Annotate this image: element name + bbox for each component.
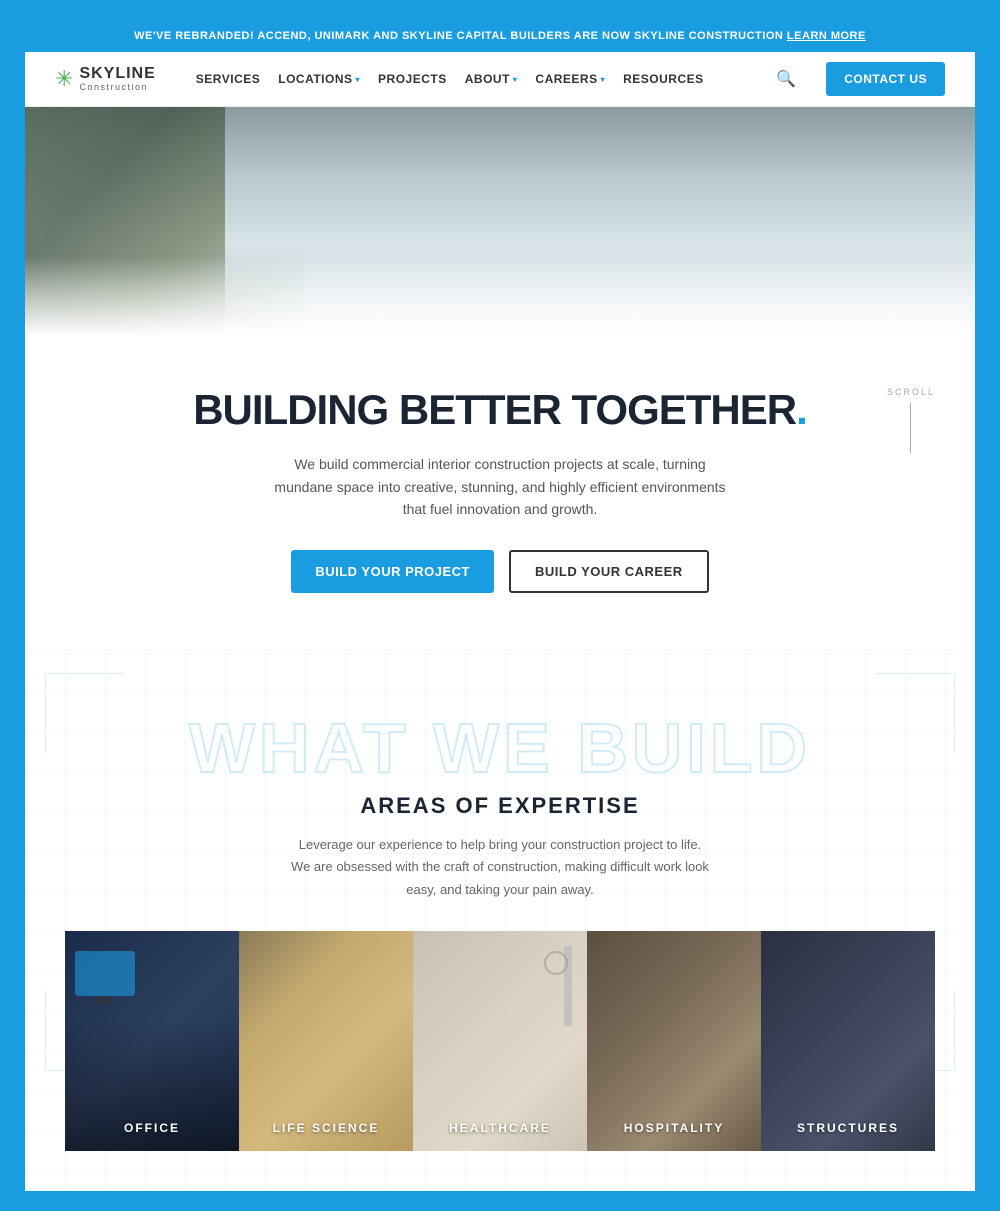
scroll-indicator: SCROLL bbox=[887, 387, 935, 453]
hero-title: BUILDING BETTER TOGETHER. bbox=[65, 387, 935, 433]
card-label-lifescience: LIFE SCIENCE bbox=[239, 1121, 413, 1135]
hero-content: SCROLL BUILDING BETTER TOGETHER. We buil… bbox=[25, 337, 975, 633]
nav-link-projects[interactable]: PROJECTS bbox=[378, 72, 447, 86]
announcement-text: WE'VE REBRANDED! ACCEND, UNIMARK AND SKY… bbox=[134, 30, 783, 42]
logo[interactable]: ✳ SKYLINE Construction bbox=[55, 65, 156, 92]
card-label-hospitality: HOSPITALITY bbox=[587, 1121, 761, 1135]
nav-item-resources[interactable]: RESOURCES bbox=[623, 72, 704, 86]
search-icon[interactable]: 🔍 bbox=[776, 69, 796, 89]
card-life-science[interactable]: LIFE SCIENCE bbox=[239, 931, 413, 1151]
chevron-down-icon: ▾ bbox=[513, 75, 518, 84]
section-spacer bbox=[25, 633, 975, 653]
hero-title-text: BUILDING BETTER TOGETHER bbox=[193, 386, 796, 433]
nav-link-careers[interactable]: CAREERS ▾ bbox=[535, 72, 605, 86]
nav-item-services[interactable]: SERVICES bbox=[196, 72, 260, 86]
page-wrapper: WE'VE REBRANDED! ACCEND, UNIMARK AND SKY… bbox=[25, 20, 975, 1191]
what-we-build-section: WHAT WE BUILD AREAS OF EXPERTISE Leverag… bbox=[25, 653, 975, 1190]
logo-construction: Construction bbox=[79, 83, 155, 93]
hero-fade bbox=[25, 257, 975, 337]
nav-item-careers[interactable]: CAREERS ▾ bbox=[535, 72, 605, 86]
card-label-healthcare: HEALTHCARE bbox=[413, 1121, 587, 1135]
nav-link-locations[interactable]: LOCATIONS ▾ bbox=[278, 72, 360, 86]
chevron-down-icon: ▾ bbox=[601, 75, 606, 84]
cards-strip: OFFICE LIFE SCIENCE HEALTHCARE HOSPITALI… bbox=[65, 931, 935, 1151]
contact-button[interactable]: CONTACT US bbox=[826, 62, 945, 96]
hero-subtitle: We build commercial interior constructio… bbox=[270, 453, 730, 520]
build-project-button[interactable]: BUILD YOUR PROJECT bbox=[291, 550, 494, 593]
nav-link-services[interactable]: SERVICES bbox=[196, 72, 260, 86]
scroll-line bbox=[910, 403, 911, 453]
nav-link-resources[interactable]: RESOURCES bbox=[623, 72, 704, 86]
healthcare-equipment bbox=[564, 946, 572, 1026]
logo-skyline: SKYLINE bbox=[79, 65, 155, 83]
card-structures[interactable]: STRUCTURES bbox=[761, 931, 935, 1151]
card-label-structures: STRUCTURES bbox=[761, 1121, 935, 1135]
scroll-label: SCROLL bbox=[887, 387, 935, 397]
logo-text: SKYLINE Construction bbox=[79, 65, 155, 92]
hero-title-dot: . bbox=[796, 386, 807, 433]
card-healthcare[interactable]: HEALTHCARE bbox=[413, 931, 587, 1151]
build-career-button[interactable]: BUILD YOUR CAREER bbox=[509, 550, 709, 593]
nav-links: SERVICES LOCATIONS ▾ PROJECTS ABOUT ▾ CA… bbox=[196, 72, 747, 86]
section-desc: Leverage our experience to help bring yo… bbox=[290, 834, 710, 900]
announcement-bar: WE'VE REBRANDED! ACCEND, UNIMARK AND SKY… bbox=[25, 20, 975, 52]
section-bg-title: WHAT WE BUILD bbox=[65, 713, 935, 783]
hero-buttons: BUILD YOUR PROJECT BUILD YOUR CAREER bbox=[65, 550, 935, 593]
card-label-office: OFFICE bbox=[65, 1121, 239, 1135]
nav-item-projects[interactable]: PROJECTS bbox=[378, 72, 447, 86]
nav-link-about[interactable]: ABOUT ▾ bbox=[465, 72, 518, 86]
hero-image bbox=[25, 107, 975, 337]
office-screen bbox=[75, 951, 135, 996]
chevron-down-icon: ▾ bbox=[356, 75, 361, 84]
nav-item-about[interactable]: ABOUT ▾ bbox=[465, 72, 518, 86]
navbar: ✳ SKYLINE Construction SERVICES LOCATION… bbox=[25, 52, 975, 107]
section-title: AREAS OF EXPERTISE bbox=[65, 793, 935, 819]
announcement-link[interactable]: LEARN MORE bbox=[787, 30, 866, 42]
card-office[interactable]: OFFICE bbox=[65, 931, 239, 1151]
logo-icon: ✳ bbox=[55, 68, 73, 90]
card-hospitality[interactable]: HOSPITALITY bbox=[587, 931, 761, 1151]
nav-item-locations[interactable]: LOCATIONS ▾ bbox=[278, 72, 360, 86]
